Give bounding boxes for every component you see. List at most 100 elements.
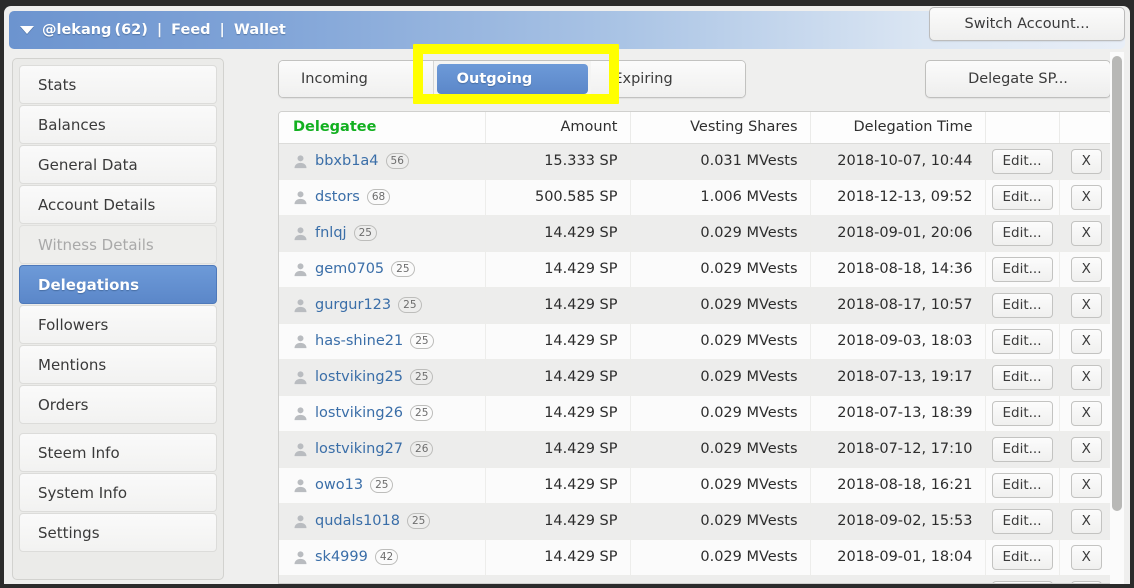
table-row[interactable]: gurgur123 25 14.429 SP 0.029 MVests 2018-08-… [279, 287, 1111, 324]
table-row[interactable]: bbxb1a4 56 15.333 SP 0.031 MVests 2018-10-07… [279, 143, 1111, 180]
remove-delegation-button[interactable]: X [1070, 148, 1102, 174]
switch-account-button[interactable]: Switch Account... [929, 7, 1125, 41]
edit-delegation-button[interactable]: Edit... [991, 436, 1053, 462]
table-row[interactable]: lostviking26 25 14.429 SP 0.029 MVests 2018-… [279, 395, 1111, 432]
sidebar-item-steem-info[interactable]: Steem Info [19, 433, 217, 472]
table-row[interactable]: trevisung421.000 SP0.002 MVests2019-01-0… [279, 575, 1111, 583]
person-icon [293, 550, 308, 565]
edit-delegation-button[interactable]: Edit... [991, 544, 1053, 570]
table-row[interactable]: fnlqj 25 14.429 SP 0.029 MVests 2018-09-01, … [279, 215, 1111, 252]
nav-link-wallet[interactable]: Wallet [234, 22, 286, 38]
table-row[interactable]: sk4999 42 14.429 SP 0.029 MVests 2018-09-01,… [279, 539, 1111, 576]
delegatee-link[interactable]: fnlqj [315, 225, 347, 241]
sidebar-item-orders[interactable]: Orders [19, 385, 217, 424]
delegatee-link[interactable]: gurgur123 [315, 297, 391, 313]
column-header-delegation-time[interactable]: Delegation Time [810, 112, 986, 144]
sidebar-item-label: Followers [38, 315, 109, 334]
cell-delegatee: gurgur123 25 [279, 287, 486, 324]
reputation-badge: 25 [391, 261, 415, 277]
cell-vesting-shares: 0.029 MVests [630, 539, 811, 576]
person-icon [293, 478, 308, 493]
remove-delegation-button[interactable]: X [1070, 436, 1102, 462]
vertical-scrollbar[interactable] [1110, 52, 1124, 584]
edit-delegation-button[interactable]: Edit... [991, 472, 1053, 498]
delegatee-link[interactable]: sk4999 [315, 549, 368, 565]
sidebar-item-delegations[interactable]: Delegations [19, 265, 217, 304]
remove-delegation-button[interactable]: X [1070, 508, 1102, 534]
delegatee-link[interactable]: gem0705 [315, 261, 384, 277]
edit-delegation-button[interactable]: Edit... [991, 580, 1053, 583]
cell-delegatee: has-shine21 25 [279, 323, 486, 360]
delegatee-link[interactable]: has-shine21 [315, 333, 403, 349]
cell-delegatee: gem0705 25 [279, 251, 486, 288]
remove-delegation-button[interactable]: X [1070, 184, 1102, 210]
table-row[interactable]: has-shine21 25 14.429 SP 0.029 MVests 2018-0… [279, 323, 1111, 360]
cell-delegation-time: 2018-08-18, 16:21 [810, 467, 986, 504]
nav-link-feed[interactable]: Feed [171, 22, 210, 38]
remove-delegation-button[interactable]: X [1070, 472, 1102, 498]
edit-delegation-button[interactable]: Edit... [991, 184, 1053, 210]
table-row[interactable]: owo13 25 14.429 SP 0.029 MVests 2018-08-18, … [279, 467, 1111, 504]
table-row[interactable]: dstors 68 500.585 SP 1.006 MVests 2018-12-13… [279, 179, 1111, 216]
sidebar-item-system-info[interactable]: System Info [19, 473, 217, 512]
edit-delegation-button[interactable]: Edit... [991, 328, 1053, 354]
delegatee-link[interactable]: bbxb1a4 [315, 153, 379, 169]
main-panel: Incoming Outgoing Expiring Delegate SP..… [232, 52, 1112, 584]
delegatee-link[interactable]: lostviking25 [315, 369, 403, 385]
remove-delegation-button[interactable]: X [1070, 580, 1102, 583]
sidebar-item-balances[interactable]: Balances [19, 105, 217, 144]
cell-delegation-time: 2019-01-02, 11:22 [810, 575, 986, 583]
edit-delegation-button[interactable]: Edit... [991, 364, 1053, 390]
remove-delegation-button[interactable]: X [1070, 328, 1102, 354]
tab-outgoing[interactable]: Outgoing [436, 64, 589, 94]
delegate-sp-button[interactable]: Delegate SP... [925, 60, 1111, 98]
caret-down-icon[interactable] [20, 26, 34, 34]
edit-delegation-button[interactable]: Edit... [991, 256, 1053, 282]
edit-delegation-button[interactable]: Edit... [991, 148, 1053, 174]
tab-incoming[interactable]: Incoming [279, 61, 434, 97]
cell-amount: 1.000 SP [485, 575, 631, 583]
sidebar-item-followers[interactable]: Followers [19, 305, 217, 344]
column-header-amount[interactable]: Amount [485, 112, 631, 144]
cell-delegation-time: 2018-12-13, 09:52 [810, 179, 986, 216]
delegatee-link[interactable]: lostviking26 [315, 405, 403, 421]
person-icon [293, 154, 308, 169]
delegatee-link[interactable]: owo13 [315, 477, 363, 493]
remove-delegation-button[interactable]: X [1070, 364, 1102, 390]
edit-delegation-button[interactable]: Edit... [991, 220, 1053, 246]
tab-expiring[interactable]: Expiring [591, 61, 745, 97]
remove-delegation-button[interactable]: X [1070, 256, 1102, 282]
table-row[interactable]: gem0705 25 14.429 SP 0.029 MVests 2018-08-18… [279, 251, 1111, 288]
delegatee-link[interactable]: lostviking27 [315, 441, 403, 457]
cell-remove: X [1059, 143, 1111, 180]
sidebar-item-general-data[interactable]: General Data [19, 145, 217, 184]
delegatee-link[interactable]: qudals1018 [315, 513, 400, 529]
edit-delegation-button[interactable]: Edit... [991, 508, 1053, 534]
sidebar-item-mentions[interactable]: Mentions [19, 345, 217, 384]
account-name[interactable]: @lekang [42, 22, 111, 38]
cell-delegatee: lostviking27 26 [279, 431, 486, 468]
cell-delegation-time: 2018-08-18, 14:36 [810, 251, 986, 288]
cell-vesting-shares: 0.031 MVests [630, 143, 811, 180]
cell-delegatee: owo13 25 [279, 467, 486, 504]
reputation-badge: 25 [398, 297, 422, 313]
remove-delegation-button[interactable]: X [1070, 400, 1102, 426]
edit-delegation-button[interactable]: Edit... [991, 400, 1053, 426]
remove-delegation-button[interactable]: X [1070, 292, 1102, 318]
sidebar-item-settings[interactable]: Settings [19, 513, 217, 552]
remove-delegation-button[interactable]: X [1070, 544, 1102, 570]
column-header-vesting-shares[interactable]: Vesting Shares [630, 112, 811, 144]
sidebar-item-stats[interactable]: Stats [19, 65, 217, 104]
sidebar-group-divider [19, 425, 217, 433]
scrollbar-thumb[interactable] [1112, 56, 1122, 511]
delegatee-link[interactable]: dstors [315, 189, 360, 205]
table-row[interactable]: lostviking25 25 14.429 SP 0.029 MVests 2018-… [279, 359, 1111, 396]
sidebar-item-account-details[interactable]: Account Details [19, 185, 217, 224]
column-header-delegatee[interactable]: Delegatee [279, 112, 486, 144]
cell-amount: 14.429 SP [485, 215, 631, 252]
table-row[interactable]: qudals1018 25 14.429 SP 0.029 MVests 2018-09… [279, 503, 1111, 540]
table-row[interactable]: lostviking27 26 14.429 SP 0.029 MVests 2018-… [279, 431, 1111, 468]
remove-delegation-button[interactable]: X [1070, 220, 1102, 246]
cell-vesting-shares: 0.029 MVests [630, 287, 811, 324]
edit-delegation-button[interactable]: Edit... [991, 292, 1053, 318]
